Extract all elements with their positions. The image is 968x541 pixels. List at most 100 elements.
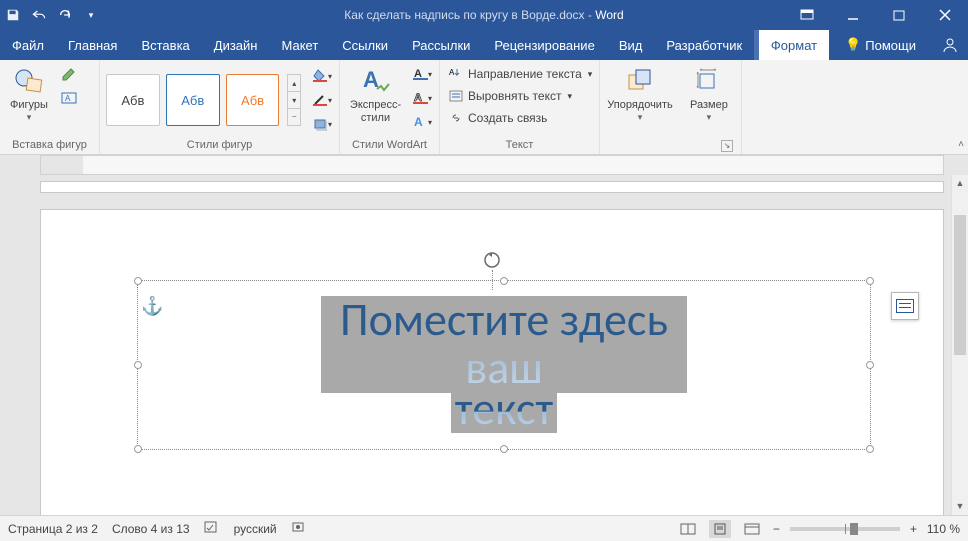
tab-references[interactable]: Ссылки	[330, 30, 400, 60]
resize-handle-br[interactable]	[866, 445, 874, 453]
tab-file[interactable]: Файл	[0, 30, 56, 60]
document-area: ⚓ Поместите здесь ваш текст	[0, 175, 968, 535]
zoom-in[interactable]: +	[910, 522, 917, 536]
tab-layout[interactable]: Макет	[269, 30, 330, 60]
arrange-button[interactable]: Упорядочить▾	[606, 63, 674, 125]
view-read-mode[interactable]	[677, 520, 699, 538]
tab-design[interactable]: Дизайн	[202, 30, 270, 60]
rotation-handle[interactable]	[482, 250, 502, 270]
shape-style-2[interactable]: Абв	[166, 74, 220, 126]
size-icon	[693, 65, 725, 97]
qat-redo[interactable]	[52, 0, 78, 30]
view-print-layout[interactable]	[709, 520, 731, 538]
group-size: ↘	[686, 137, 735, 154]
wordart-object[interactable]: Поместите здесь ваш текст	[321, 296, 687, 433]
ribbon-tabs: Файл Главная Вставка Дизайн Макет Ссылки…	[0, 30, 968, 60]
vertical-scrollbar[interactable]: ▲▼	[951, 175, 968, 515]
view-web-layout[interactable]	[741, 520, 763, 538]
group-wordart-styles: Стили WordArt	[346, 137, 433, 154]
resize-handle-t[interactable]	[500, 277, 508, 285]
group-shape-styles: Стили фигур	[106, 137, 333, 154]
tell-me[interactable]: 💡 Помощи	[829, 30, 932, 60]
wordart-style-icon: A	[360, 65, 392, 97]
tab-developer[interactable]: Разработчик	[654, 30, 754, 60]
text-fill-icon[interactable]: A▾	[411, 63, 433, 85]
svg-text:A: A	[65, 94, 71, 103]
svg-text:A: A	[414, 115, 423, 129]
group-text: Текст	[446, 137, 593, 154]
status-page[interactable]: Страница 2 из 2	[8, 522, 98, 536]
page[interactable]: ⚓ Поместите здесь ваш текст	[40, 209, 944, 519]
align-text-icon	[448, 88, 464, 104]
shape-style-3[interactable]: Абв	[226, 74, 280, 126]
maximize-button[interactable]	[876, 0, 922, 30]
edit-shape-icon[interactable]	[58, 63, 80, 85]
app-name: Word	[595, 8, 623, 22]
ribbon: Фигуры ▾ A Вставка фигур Абв Абв Абв ▴▾⎯…	[0, 60, 968, 155]
shapes-icon	[13, 65, 45, 97]
resize-handle-l[interactable]	[134, 361, 142, 369]
title-bar: ▾ Как сделать надпись по кругу в Ворде.d…	[0, 0, 968, 30]
shape-style-1[interactable]: Абв	[106, 74, 160, 126]
ribbon-options-icon[interactable]	[784, 0, 830, 30]
tab-format[interactable]: Формат	[759, 30, 829, 60]
tell-me-label: Помощи	[865, 38, 916, 53]
zoom-slider[interactable]	[790, 527, 900, 531]
status-language[interactable]: русский	[234, 522, 277, 536]
tab-mailings[interactable]: Рассылки	[400, 30, 482, 60]
shapes-button[interactable]: Фигуры ▾	[6, 63, 52, 125]
shape-outline-icon[interactable]: ▾	[311, 89, 333, 111]
tab-view[interactable]: Вид	[607, 30, 655, 60]
layout-options-button[interactable]	[891, 292, 919, 320]
wordart-selection[interactable]: Поместите здесь ваш текст	[137, 280, 871, 450]
resize-handle-b[interactable]	[500, 445, 508, 453]
resize-handle-tl[interactable]	[134, 277, 142, 285]
svg-text:A: A	[449, 68, 455, 77]
account-icon[interactable]	[932, 30, 968, 60]
shape-effects-icon[interactable]: ▾	[311, 113, 333, 135]
tab-review[interactable]: Рецензирование	[482, 30, 606, 60]
resize-handle-r[interactable]	[866, 361, 874, 369]
zoom-percent[interactable]: 110 %	[927, 522, 960, 536]
doc-name: Как сделать надпись по кругу в Ворде.doc…	[344, 8, 584, 22]
quick-styles-label: Экспресс- стили	[350, 99, 401, 125]
text-direction-icon: A	[448, 66, 464, 82]
wordart-line1: Поместите здесь ваш	[327, 296, 681, 393]
create-link-button[interactable]: Создать связь	[446, 107, 549, 129]
shape-fill-icon[interactable]: ▾	[311, 65, 333, 87]
prev-page-bottom	[40, 181, 944, 193]
ruler-row	[0, 155, 968, 175]
size-launcher[interactable]: ↘	[721, 140, 733, 152]
proofing-icon[interactable]	[204, 520, 220, 537]
shapes-label: Фигуры	[10, 99, 48, 112]
link-icon	[448, 110, 464, 126]
text-direction-button[interactable]: A Направление текста▾	[446, 63, 594, 85]
arrange-icon	[624, 65, 656, 97]
tab-insert[interactable]: Вставка	[129, 30, 201, 60]
lightbulb-icon: 💡	[845, 37, 861, 53]
close-button[interactable]	[922, 0, 968, 30]
align-text-button[interactable]: Выровнять текст▾	[446, 85, 574, 107]
qat-customize[interactable]: ▾	[78, 0, 104, 30]
text-outline-icon[interactable]: A▾	[411, 87, 433, 109]
tab-home[interactable]: Главная	[56, 30, 129, 60]
vertical-ruler[interactable]	[0, 175, 40, 535]
text-box-icon[interactable]: A	[58, 87, 80, 109]
qat-save[interactable]	[0, 0, 26, 30]
quick-styles-button[interactable]: A Экспресс- стили	[346, 63, 405, 127]
qat-undo[interactable]	[26, 0, 52, 30]
zoom-out[interactable]: −	[773, 522, 780, 536]
macro-rec-icon[interactable]	[291, 520, 305, 537]
collapse-ribbon-icon[interactable]: ˄	[958, 139, 964, 150]
text-effects-icon[interactable]: A▾	[411, 111, 433, 133]
minimize-button[interactable]	[830, 0, 876, 30]
size-button[interactable]: Размер▾	[686, 63, 732, 125]
status-bar: Страница 2 из 2 Слово 4 из 13 русский − …	[0, 515, 968, 541]
resize-handle-tr[interactable]	[866, 277, 874, 285]
wordart-line2: текст	[455, 385, 553, 433]
status-words[interactable]: Слово 4 из 13	[112, 522, 190, 536]
horizontal-ruler[interactable]	[40, 155, 944, 175]
shape-style-gallery-scroll[interactable]: ▴▾⎯	[287, 74, 301, 126]
group-insert-shapes: Вставка фигур	[6, 137, 93, 154]
resize-handle-bl[interactable]	[134, 445, 142, 453]
